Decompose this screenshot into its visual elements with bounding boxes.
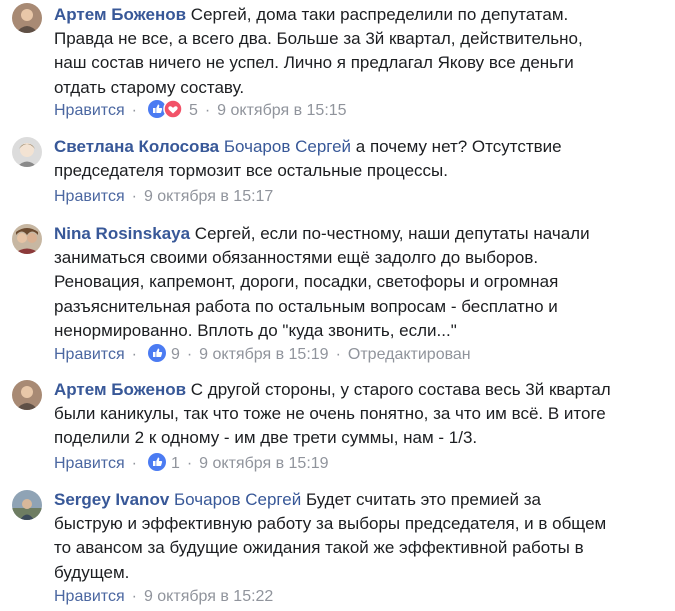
separator: · [131, 346, 137, 363]
like-button[interactable]: Нравится [54, 346, 125, 363]
separator: · [186, 346, 193, 363]
avatar[interactable] [12, 490, 42, 520]
comment-body: Nina Rosinskaya Сергей, если по-честному… [54, 222, 614, 343]
reactions[interactable] [147, 452, 167, 479]
comment-author[interactable]: Светлана Колосова [54, 137, 219, 156]
comment-actions: Нравится · 5 · 9 октября в 15:15 [54, 99, 347, 121]
separator: · [131, 102, 137, 119]
edited-label[interactable]: Отредактирован [348, 346, 471, 363]
like-button[interactable]: Нравится [54, 455, 125, 472]
reaction-count[interactable]: 1 [171, 455, 180, 472]
avatar[interactable] [12, 137, 42, 167]
comment-actions: Нравится · 1 · 9 октября в 15:19 [54, 452, 329, 474]
comment-mention[interactable]: Бочаров Сергей [224, 137, 351, 156]
separator: · [131, 188, 137, 205]
comment-list: Артем Боженов Сергей, дома таки распреде… [0, 0, 675, 611]
comment-timestamp[interactable]: 9 октября в 15:17 [144, 188, 273, 205]
like-button[interactable]: Нравится [54, 102, 125, 119]
reactions[interactable] [147, 99, 185, 126]
comment-author[interactable]: Артем Боженов [54, 380, 186, 399]
comment-timestamp[interactable]: 9 октября в 15:19 [199, 346, 328, 363]
avatar[interactable] [12, 224, 42, 254]
comment-author[interactable]: Sergey Ivanov [54, 490, 169, 509]
love-reaction-icon [163, 99, 183, 119]
reaction-count[interactable]: 9 [171, 346, 180, 363]
comment-timestamp[interactable]: 9 октября в 15:19 [199, 455, 328, 472]
comment-actions: Нравится · 9 · 9 октября в 15:19 · Отредактир… [54, 343, 471, 365]
comment-body: Светлана Колосова Бочаров Сергей а почем… [54, 135, 614, 183]
comment-timestamp[interactable]: 9 октября в 15:22 [144, 588, 273, 605]
separator: · [335, 346, 341, 363]
comment-body: Артем Боженов С другой стороны, у старог… [54, 378, 614, 451]
comment-mention[interactable]: Бочаров Сергей [174, 490, 301, 509]
avatar[interactable] [12, 380, 42, 410]
reactions[interactable] [147, 343, 167, 370]
comment-actions: Нравится · 9 октября в 15:22 [54, 586, 273, 608]
comment-body: Sergey Ivanov Бочаров Сергей Будет счита… [54, 488, 614, 585]
separator: · [131, 588, 137, 605]
comment-author[interactable]: Артем Боженов [54, 5, 186, 24]
like-reaction-icon [147, 453, 166, 471]
like-button[interactable]: Нравится [54, 588, 125, 605]
comment-body: Артем Боженов Сергей, дома таки распреде… [54, 3, 614, 100]
comment-timestamp[interactable]: 9 октября в 15:15 [217, 102, 346, 119]
avatar[interactable] [12, 3, 42, 33]
separator: · [186, 455, 193, 472]
reaction-count[interactable]: 5 [189, 102, 198, 119]
like-button[interactable]: Нравится [54, 188, 125, 205]
separator: · [204, 102, 211, 119]
separator: · [131, 455, 137, 472]
comment-actions: Нравится · 9 октября в 15:17 [54, 186, 273, 208]
like-reaction-icon [147, 344, 166, 362]
comment-author[interactable]: Nina Rosinskaya [54, 224, 190, 243]
